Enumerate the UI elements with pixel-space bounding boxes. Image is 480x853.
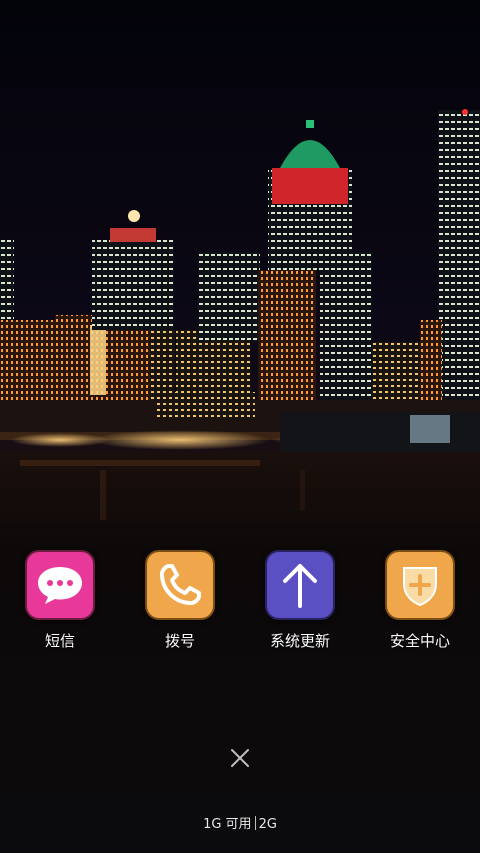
memory-status: 1G 可用 2G [0, 815, 480, 835]
recent-apps-screen: 短信 拨号 系统更新 安全中心 1G 可用 2G [0, 0, 480, 853]
recent-app-messages[interactable]: 短信 [10, 550, 110, 650]
phone-handset-icon [145, 550, 215, 620]
shield-plus-icon [385, 550, 455, 620]
close-button[interactable] [228, 746, 252, 770]
city-skyline-wallpaper [0, 0, 480, 853]
memory-available: 1G 可用 [203, 817, 252, 832]
memory-total: 2G [258, 817, 277, 832]
recent-apps-row: 短信 拨号 系统更新 安全中心 [0, 550, 480, 660]
memory-separator [254, 816, 256, 830]
recent-app-dialer[interactable]: 拨号 [130, 550, 230, 650]
app-label: 安全中心 [389, 632, 450, 650]
app-label: 系统更新 [269, 632, 330, 650]
recent-app-security-center[interactable]: 安全中心 [370, 550, 470, 650]
app-label: 拨号 [164, 632, 195, 650]
app-label: 短信 [44, 632, 75, 650]
close-icon [231, 749, 249, 767]
arrow-up-icon [265, 550, 335, 620]
recent-app-system-update[interactable]: 系统更新 [250, 550, 350, 650]
message-bubble-icon [25, 550, 95, 620]
